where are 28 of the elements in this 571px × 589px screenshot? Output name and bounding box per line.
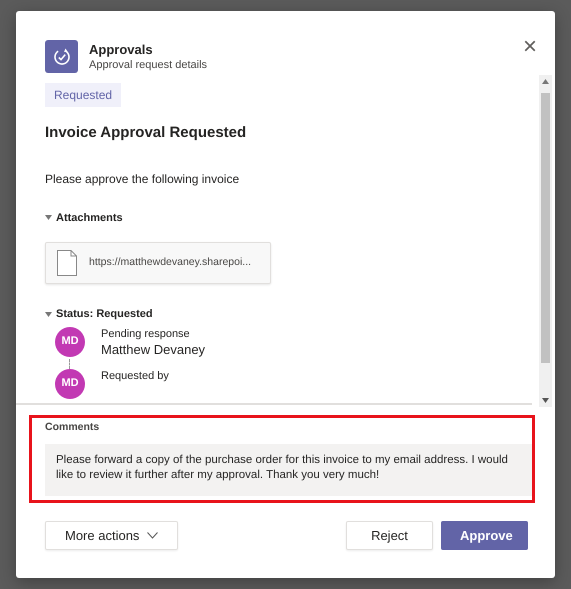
reject-button[interactable]: Reject xyxy=(346,520,433,550)
document-icon xyxy=(57,250,77,276)
section-heading[interactable]: Status: Requested xyxy=(56,306,153,322)
request-description: Please approve the following invoice xyxy=(45,170,240,188)
caret-down-icon[interactable] xyxy=(45,312,52,317)
comment-text: Please forward a copy of the purchase order for this invoice to my email address. I would like to review it further after my approval. Thank you very much! xyxy=(45,444,532,496)
scrollbar[interactable] xyxy=(539,75,552,407)
avatar: MD xyxy=(55,368,85,398)
scroll-down-icon[interactable] xyxy=(542,398,549,403)
section-heading[interactable]: Attachments xyxy=(56,210,123,226)
status-label: Pending response xyxy=(101,326,191,340)
avatar: MD xyxy=(55,326,85,356)
status-label: Requested by xyxy=(101,368,169,382)
app-name: Approvals xyxy=(89,42,154,58)
comments-label: Comments xyxy=(45,420,100,435)
status-tag: Requested xyxy=(45,83,122,107)
attachment-card[interactable]: https://matthewdevaney.sharepoi... xyxy=(45,242,271,284)
approvals-app-icon xyxy=(45,40,78,73)
scroll-up-icon[interactable] xyxy=(542,79,549,84)
close-button[interactable]: × xyxy=(522,38,537,56)
approve-button[interactable]: Approve xyxy=(441,520,528,550)
caret-down-icon[interactable] xyxy=(45,215,52,220)
chevron-down-icon xyxy=(147,532,158,539)
more-actions-button[interactable]: More actions xyxy=(45,520,178,550)
attachment-url: https://matthewdevaney.sharepoi... xyxy=(89,255,252,270)
dialog-subtitle: Approval request details xyxy=(89,58,208,73)
request-title: Invoice Approval Requested xyxy=(45,123,248,143)
person-name: Matthew Devaney xyxy=(101,340,206,358)
